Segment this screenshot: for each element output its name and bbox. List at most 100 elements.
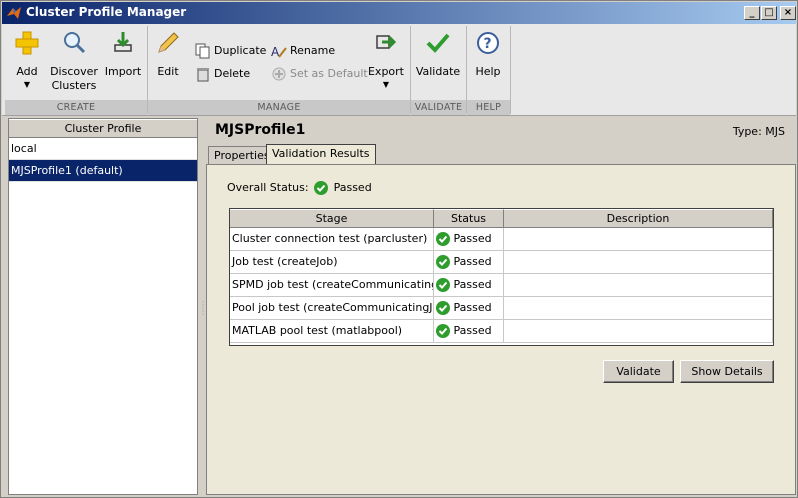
rename-label: Rename bbox=[290, 44, 336, 57]
export-button[interactable]: Export ▼ bbox=[366, 30, 406, 89]
status-cell: Passed bbox=[434, 274, 504, 296]
chevron-down-icon: ▼ bbox=[23, 80, 31, 89]
plus-icon bbox=[15, 31, 39, 55]
status-cell: Passed bbox=[434, 297, 504, 319]
column-header-status[interactable]: Status bbox=[434, 209, 504, 227]
description-cell bbox=[504, 297, 773, 319]
table-row[interactable]: SPMD job test (createCommunicatingJob) P… bbox=[230, 274, 773, 297]
validate-button[interactable]: Validate bbox=[603, 360, 674, 383]
add-button[interactable]: Add ▼ bbox=[10, 30, 44, 89]
maximize-button[interactable]: □ bbox=[761, 6, 777, 20]
delete-label: Delete bbox=[214, 67, 251, 80]
status-cell: Passed bbox=[434, 320, 504, 342]
discover-label: Discover bbox=[50, 65, 98, 78]
matlab-logo-icon bbox=[7, 7, 21, 19]
import-icon bbox=[114, 32, 132, 52]
svg-text:A: A bbox=[271, 45, 280, 59]
rename-icon: A bbox=[271, 45, 287, 59]
export-label: Export bbox=[367, 65, 404, 78]
duplicate-icon bbox=[195, 43, 210, 59]
description-cell bbox=[504, 228, 773, 250]
export-icon bbox=[376, 35, 397, 49]
section-manage-label: MANAGE bbox=[148, 100, 410, 115]
duplicate-button[interactable]: Duplicate bbox=[195, 43, 266, 61]
discover-clusters-button[interactable]: Discover Clusters bbox=[50, 30, 98, 93]
description-cell bbox=[504, 251, 773, 273]
overall-status-label: Overall Status: bbox=[227, 181, 309, 194]
edit-button[interactable]: Edit bbox=[152, 30, 184, 79]
check-circle-icon bbox=[436, 232, 450, 246]
rename-button[interactable]: A Rename bbox=[271, 43, 335, 61]
results-table: Stage Status Description Cluster connect… bbox=[229, 208, 774, 346]
profile-list-panel: Cluster Profile local MJSProfile1 (defau… bbox=[8, 118, 198, 495]
edit-label: Edit bbox=[157, 65, 179, 78]
section-validate-label: VALIDATE bbox=[411, 100, 466, 115]
check-circle-icon bbox=[436, 278, 450, 292]
overall-status-value: Passed bbox=[333, 181, 372, 194]
stage-cell: Cluster connection test (parcluster) bbox=[230, 228, 434, 250]
svg-text:?: ? bbox=[484, 36, 492, 52]
table-header-row: Stage Status Description bbox=[230, 209, 773, 228]
help-label: Help bbox=[475, 65, 501, 78]
import-label: Import bbox=[104, 65, 142, 78]
title-bar: Cluster Profile Manager _ □ × bbox=[2, 2, 796, 24]
table-row[interactable]: Cluster connection test (parcluster) Pas… bbox=[230, 228, 773, 251]
stage-cell: SPMD job test (createCommunicatingJob) bbox=[230, 274, 434, 296]
status-text: Passed bbox=[453, 232, 492, 245]
duplicate-label: Duplicate bbox=[214, 44, 267, 57]
table-row[interactable]: MATLAB pool test (matlabpool) Passed bbox=[230, 320, 773, 343]
stage-cell: Job test (createJob) bbox=[230, 251, 434, 273]
profile-item-local[interactable]: local bbox=[9, 138, 197, 160]
app-window: Cluster Profile Manager _ □ × Add ▼ Disc… bbox=[0, 0, 798, 498]
add-label: Add bbox=[16, 65, 38, 78]
set-as-default-button[interactable]: Set as Default bbox=[271, 66, 368, 84]
check-circle-icon bbox=[436, 255, 450, 269]
table-row[interactable]: Pool job test (createCommunicatingJob) P… bbox=[230, 297, 773, 320]
profile-item-mjsprofile1[interactable]: MJSProfile1 (default) bbox=[9, 160, 197, 182]
description-cell bbox=[504, 320, 773, 342]
status-cell: Passed bbox=[434, 251, 504, 273]
stage-cell: MATLAB pool test (matlabpool) bbox=[230, 320, 434, 342]
set-default-icon bbox=[272, 67, 286, 81]
status-text: Passed bbox=[453, 278, 492, 291]
checkmark-icon bbox=[426, 33, 450, 53]
magnifier-icon bbox=[64, 32, 86, 54]
profile-list-header[interactable]: Cluster Profile bbox=[9, 119, 197, 138]
profile-type: Type: MJS bbox=[732, 125, 785, 138]
minimize-button[interactable]: _ bbox=[744, 6, 760, 20]
help-icon: ? bbox=[477, 32, 499, 54]
stage-cell: Pool job test (createCommunicatingJob) bbox=[230, 297, 434, 319]
set-as-default-label: Set as Default bbox=[290, 67, 368, 80]
validate-toolbar-button[interactable]: Validate bbox=[415, 30, 461, 79]
status-text: Passed bbox=[453, 255, 492, 268]
profile-title: MJSProfile1 bbox=[215, 122, 306, 138]
import-button[interactable]: Import bbox=[104, 30, 142, 79]
section-create-label: CREATE bbox=[5, 100, 147, 115]
help-button[interactable]: ? Help bbox=[470, 30, 506, 79]
tab-validation-results[interactable]: Validation Results bbox=[266, 144, 376, 165]
validate-label: Validate bbox=[415, 65, 461, 78]
check-circle-icon bbox=[436, 324, 450, 338]
pencil-icon bbox=[158, 32, 179, 53]
column-header-stage[interactable]: Stage bbox=[230, 209, 434, 227]
check-circle-icon bbox=[314, 181, 329, 195]
status-text: Passed bbox=[453, 324, 492, 337]
trash-icon bbox=[197, 68, 209, 82]
status-cell: Passed bbox=[434, 228, 504, 250]
column-header-description[interactable]: Description bbox=[504, 209, 773, 227]
chevron-down-icon: ▼ bbox=[382, 80, 390, 89]
divider bbox=[510, 26, 511, 114]
validation-results-panel: Overall Status: Passed Stage Status Desc… bbox=[206, 164, 796, 495]
close-button[interactable]: × bbox=[780, 6, 796, 20]
table-row[interactable]: Job test (createJob) Passed bbox=[230, 251, 773, 274]
toolstrip: Add ▼ Discover Clusters Import Edit Dupl… bbox=[2, 24, 796, 116]
check-circle-icon bbox=[436, 301, 450, 315]
description-cell bbox=[504, 274, 773, 296]
delete-button[interactable]: Delete bbox=[195, 66, 250, 84]
section-help-label: HELP bbox=[467, 100, 510, 115]
window-title: Cluster Profile Manager bbox=[26, 5, 187, 19]
show-details-button[interactable]: Show Details bbox=[680, 360, 774, 383]
discover-label-2: Clusters bbox=[51, 79, 97, 92]
overall-status: Overall Status: Passed bbox=[227, 181, 372, 195]
status-text: Passed bbox=[453, 301, 492, 314]
